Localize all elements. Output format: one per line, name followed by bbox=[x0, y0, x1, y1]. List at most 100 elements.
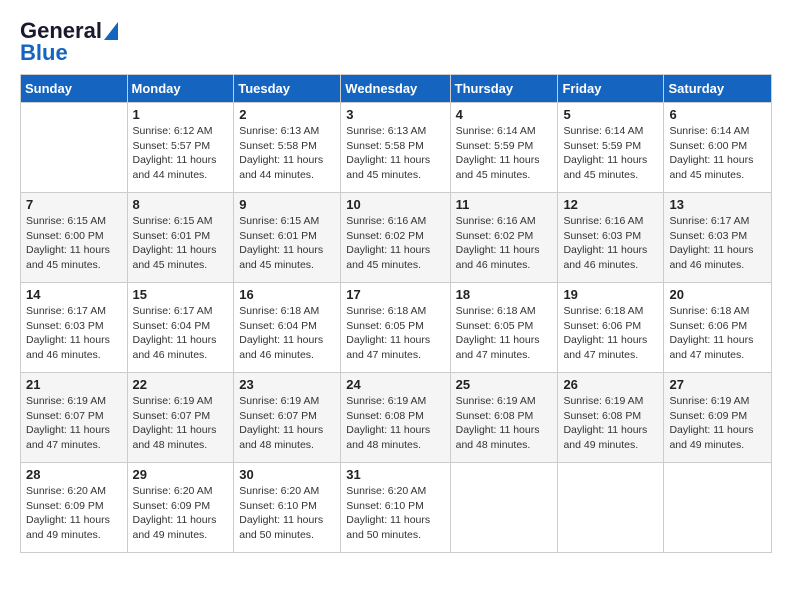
calendar-week-row: 21Sunrise: 6:19 AMSunset: 6:07 PMDayligh… bbox=[21, 373, 772, 463]
day-number: 15 bbox=[133, 287, 229, 302]
day-number: 25 bbox=[456, 377, 553, 392]
calendar-cell: 15 Sunrise: 6:17 AMSunset: 6:04 PMDayligh… bbox=[127, 283, 234, 373]
weekday-header-saturday: Saturday bbox=[664, 75, 772, 103]
cell-info: Sunrise: 6:12 AMSunset: 5:57 PMDaylight:… bbox=[133, 124, 229, 183]
day-number: 20 bbox=[669, 287, 766, 302]
day-number: 3 bbox=[346, 107, 444, 122]
cell-info: Sunrise: 6:20 AMSunset: 6:09 PMDaylight:… bbox=[133, 484, 229, 543]
calendar-cell: 12 Sunrise: 6:16 AMSunset: 6:03 PMDayligh… bbox=[558, 193, 664, 283]
day-number: 2 bbox=[239, 107, 335, 122]
calendar-cell: 13 Sunrise: 6:17 AMSunset: 6:03 PMDayligh… bbox=[664, 193, 772, 283]
day-number: 1 bbox=[133, 107, 229, 122]
day-number: 13 bbox=[669, 197, 766, 212]
calendar-week-row: 28 Sunrise: 6:20 AMSunset: 6:09 PMDayligh… bbox=[21, 463, 772, 553]
cell-info: Sunrise: 6:16 AMSunset: 6:02 PMDaylight:… bbox=[346, 214, 444, 273]
day-number: 19 bbox=[563, 287, 658, 302]
cell-info: Sunrise: 6:14 AMSunset: 6:00 PMDaylight:… bbox=[669, 124, 766, 183]
logo-arrow-icon bbox=[104, 22, 118, 40]
calendar-week-row: 7 Sunrise: 6:15 AMSunset: 6:00 PMDaylight… bbox=[21, 193, 772, 283]
cell-info: Sunrise: 6:20 AMSunset: 6:10 PMDaylight:… bbox=[346, 484, 444, 543]
cell-info: Sunrise: 6:18 AMSunset: 6:05 PMDaylight:… bbox=[346, 304, 444, 363]
day-number: 17 bbox=[346, 287, 444, 302]
calendar-cell bbox=[664, 463, 772, 553]
calendar-cell: 22Sunrise: 6:19 AMSunset: 6:07 PMDayligh… bbox=[127, 373, 234, 463]
calendar-cell: 21Sunrise: 6:19 AMSunset: 6:07 PMDayligh… bbox=[21, 373, 128, 463]
cell-info: Sunrise: 6:17 AMSunset: 6:03 PMDaylight:… bbox=[669, 214, 766, 273]
cell-info: Sunrise: 6:13 AMSunset: 5:58 PMDaylight:… bbox=[239, 124, 335, 183]
calendar-cell: 19Sunrise: 6:18 AMSunset: 6:06 PMDayligh… bbox=[558, 283, 664, 373]
day-number: 31 bbox=[346, 467, 444, 482]
calendar-cell: 17 Sunrise: 6:18 AMSunset: 6:05 PMDayligh… bbox=[341, 283, 450, 373]
calendar-cell bbox=[450, 463, 558, 553]
calendar-cell: 6 Sunrise: 6:14 AMSunset: 6:00 PMDaylight… bbox=[664, 103, 772, 193]
calendar-cell bbox=[21, 103, 128, 193]
cell-info: Sunrise: 6:19 AMSunset: 6:07 PMDaylight:… bbox=[239, 394, 335, 453]
weekday-header-monday: Monday bbox=[127, 75, 234, 103]
day-number: 22 bbox=[133, 377, 229, 392]
logo-general: General bbox=[20, 20, 102, 42]
cell-info: Sunrise: 6:18 AMSunset: 6:04 PMDaylight:… bbox=[239, 304, 335, 363]
cell-info: Sunrise: 6:19 AMSunset: 6:08 PMDaylight:… bbox=[346, 394, 444, 453]
day-number: 6 bbox=[669, 107, 766, 122]
day-number: 24 bbox=[346, 377, 444, 392]
cell-info: Sunrise: 6:19 AMSunset: 6:08 PMDaylight:… bbox=[456, 394, 553, 453]
day-number: 12 bbox=[563, 197, 658, 212]
calendar-cell: 26Sunrise: 6:19 AMSunset: 6:08 PMDayligh… bbox=[558, 373, 664, 463]
calendar-cell: 5 Sunrise: 6:14 AMSunset: 5:59 PMDaylight… bbox=[558, 103, 664, 193]
logo-blue: Blue bbox=[20, 42, 68, 64]
weekday-header-tuesday: Tuesday bbox=[234, 75, 341, 103]
day-number: 18 bbox=[456, 287, 553, 302]
calendar-cell bbox=[558, 463, 664, 553]
cell-info: Sunrise: 6:13 AMSunset: 5:58 PMDaylight:… bbox=[346, 124, 444, 183]
calendar-cell: 11 Sunrise: 6:16 AMSunset: 6:02 PMDayligh… bbox=[450, 193, 558, 283]
calendar-cell: 20 Sunrise: 6:18 AMSunset: 6:06 PMDayligh… bbox=[664, 283, 772, 373]
cell-info: Sunrise: 6:15 AMSunset: 6:01 PMDaylight:… bbox=[239, 214, 335, 273]
cell-info: Sunrise: 6:15 AMSunset: 6:00 PMDaylight:… bbox=[26, 214, 122, 273]
day-number: 23 bbox=[239, 377, 335, 392]
cell-info: Sunrise: 6:16 AMSunset: 6:03 PMDaylight:… bbox=[563, 214, 658, 273]
calendar-cell: 29 Sunrise: 6:20 AMSunset: 6:09 PMDayligh… bbox=[127, 463, 234, 553]
calendar-cell: 3 Sunrise: 6:13 AMSunset: 5:58 PMDaylight… bbox=[341, 103, 450, 193]
calendar-week-row: 1 Sunrise: 6:12 AMSunset: 5:57 PMDaylight… bbox=[21, 103, 772, 193]
calendar-cell: 25 Sunrise: 6:19 AMSunset: 6:08 PMDayligh… bbox=[450, 373, 558, 463]
day-number: 30 bbox=[239, 467, 335, 482]
calendar-cell: 14Sunrise: 6:17 AMSunset: 6:03 PMDayligh… bbox=[21, 283, 128, 373]
calendar-cell: 24 Sunrise: 6:19 AMSunset: 6:08 PMDayligh… bbox=[341, 373, 450, 463]
weekday-header-thursday: Thursday bbox=[450, 75, 558, 103]
cell-info: Sunrise: 6:16 AMSunset: 6:02 PMDaylight:… bbox=[456, 214, 553, 273]
calendar-week-row: 14Sunrise: 6:17 AMSunset: 6:03 PMDayligh… bbox=[21, 283, 772, 373]
day-number: 16 bbox=[239, 287, 335, 302]
calendar-cell: 18 Sunrise: 6:18 AMSunset: 6:05 PMDayligh… bbox=[450, 283, 558, 373]
cell-info: Sunrise: 6:19 AMSunset: 6:07 PMDaylight:… bbox=[26, 394, 122, 453]
cell-info: Sunrise: 6:18 AMSunset: 6:05 PMDaylight:… bbox=[456, 304, 553, 363]
cell-info: Sunrise: 6:18 AMSunset: 6:06 PMDaylight:… bbox=[669, 304, 766, 363]
calendar-cell: 31 Sunrise: 6:20 AMSunset: 6:10 PMDayligh… bbox=[341, 463, 450, 553]
day-number: 10 bbox=[346, 197, 444, 212]
calendar-cell: 9 Sunrise: 6:15 AMSunset: 6:01 PMDaylight… bbox=[234, 193, 341, 283]
cell-info: Sunrise: 6:19 AMSunset: 6:08 PMDaylight:… bbox=[563, 394, 658, 453]
weekday-header-wednesday: Wednesday bbox=[341, 75, 450, 103]
calendar-cell: 2 Sunrise: 6:13 AMSunset: 5:58 PMDaylight… bbox=[234, 103, 341, 193]
calendar-cell: 8Sunrise: 6:15 AMSunset: 6:01 PMDaylight… bbox=[127, 193, 234, 283]
day-number: 4 bbox=[456, 107, 553, 122]
cell-info: Sunrise: 6:17 AMSunset: 6:03 PMDaylight:… bbox=[26, 304, 122, 363]
calendar-cell: 4 Sunrise: 6:14 AMSunset: 5:59 PMDaylight… bbox=[450, 103, 558, 193]
day-number: 11 bbox=[456, 197, 553, 212]
day-number: 9 bbox=[239, 197, 335, 212]
cell-info: Sunrise: 6:15 AMSunset: 6:01 PMDaylight:… bbox=[133, 214, 229, 273]
calendar-cell: 23 Sunrise: 6:19 AMSunset: 6:07 PMDayligh… bbox=[234, 373, 341, 463]
cell-info: Sunrise: 6:14 AMSunset: 5:59 PMDaylight:… bbox=[563, 124, 658, 183]
cell-info: Sunrise: 6:20 AMSunset: 6:10 PMDaylight:… bbox=[239, 484, 335, 543]
calendar-body: 1 Sunrise: 6:12 AMSunset: 5:57 PMDaylight… bbox=[21, 103, 772, 553]
day-number: 7 bbox=[26, 197, 122, 212]
cell-info: Sunrise: 6:17 AMSunset: 6:04 PMDaylight:… bbox=[133, 304, 229, 363]
cell-info: Sunrise: 6:19 AMSunset: 6:09 PMDaylight:… bbox=[669, 394, 766, 453]
day-number: 5 bbox=[563, 107, 658, 122]
day-number: 29 bbox=[133, 467, 229, 482]
day-number: 28 bbox=[26, 467, 122, 482]
cell-info: Sunrise: 6:14 AMSunset: 5:59 PMDaylight:… bbox=[456, 124, 553, 183]
day-number: 27 bbox=[669, 377, 766, 392]
weekday-header-friday: Friday bbox=[558, 75, 664, 103]
calendar-cell: 28Sunrise: 6:20 AMSunset: 6:09 PMDayligh… bbox=[21, 463, 128, 553]
calendar-cell: 10 Sunrise: 6:16 AMSunset: 6:02 PMDayligh… bbox=[341, 193, 450, 283]
